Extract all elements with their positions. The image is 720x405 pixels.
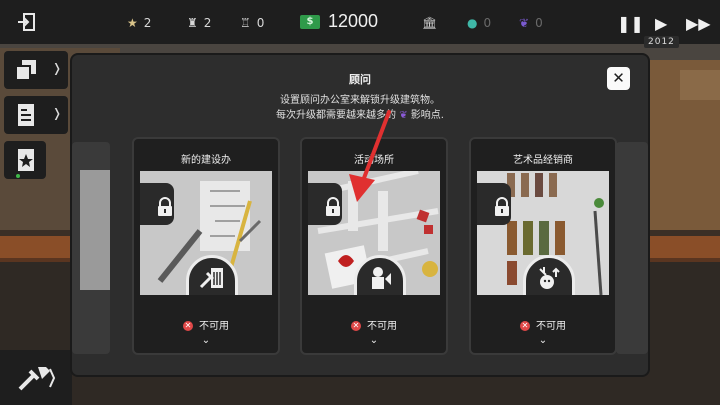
workers-value: 0 [256, 16, 265, 30]
advisors-menu-button[interactable] [4, 141, 46, 179]
close-button[interactable]: ✕ [607, 67, 630, 90]
stars-stat: ★ 2 [127, 14, 151, 32]
influence-stat: ❦ 0 [519, 14, 543, 32]
description-part-b: 影响点. [410, 110, 444, 121]
expand-chevron-icon[interactable]: ⌄ [134, 335, 278, 346]
hammer-wrench-icon [18, 367, 56, 391]
population-value: 2 [203, 16, 212, 30]
globe-icon: ● [467, 16, 478, 30]
card-illustration [477, 171, 609, 295]
unavailable-icon: ✕ [183, 321, 193, 331]
unavailable-icon: ✕ [351, 321, 361, 331]
chevron-right-icon: ❭ [52, 106, 63, 120]
population-stat: ♜ 2 [187, 14, 211, 32]
description-line-1: 设置顾问办公室来解锁升级建筑物。 [280, 95, 440, 106]
card-illustration [140, 171, 272, 295]
worker-icon: ♖ [240, 16, 251, 30]
person-icon: ♜ [187, 16, 198, 30]
exit-icon[interactable] [14, 9, 40, 35]
build-tools-button[interactable] [0, 350, 72, 405]
buildings-menu-button[interactable]: ❭ [4, 51, 68, 89]
influence-heart-icon: ❦ [519, 16, 530, 30]
unavailable-icon: ✕ [520, 321, 530, 331]
dialog-title: 顾问 [349, 73, 371, 86]
pause-icon[interactable]: ❚❚ [617, 14, 644, 33]
annotation-arrow-icon [349, 110, 391, 202]
layers-icon [15, 60, 36, 81]
notification-dot [16, 174, 20, 178]
advisors-dialog: 顾问 设置顾问办公室来解锁升级建筑物。 每次升级都需要越来越多的 ❦ 影响点. … [72, 55, 648, 375]
card-title: 艺术品经销商 [513, 155, 573, 166]
play-icon[interactable]: ▶ [655, 14, 667, 33]
lock-icon [158, 197, 172, 216]
global-stat: ● 0 [467, 14, 491, 32]
star-icon: ★ [127, 16, 138, 30]
global-value: 0 [483, 16, 492, 30]
star-document-icon [18, 149, 34, 171]
workers-stat: ♖ 0 [240, 14, 264, 32]
money-icon: $ [300, 14, 320, 29]
fast-forward-icon[interactable]: ▶▶ [686, 14, 711, 33]
money-stat: $ 12000 [300, 11, 378, 32]
advisor-card-construction[interactable]: 新的建设办 ✕ 不可用 ⌄ [132, 137, 280, 355]
top-bar: ★ 2 ♜ 2 ♖ 0 $ 12000 🏛 ● 0 ❦ 0 ❚❚ ▶ ▶▶ [0, 0, 720, 44]
year-label: 2012 [644, 36, 679, 48]
lock-icon [495, 197, 509, 216]
chevron-right-icon: ❭ [52, 61, 63, 75]
influence-value: 0 [535, 16, 543, 30]
expand-chevron-icon[interactable]: ⌄ [471, 335, 615, 346]
card-title: 新的建设办 [181, 155, 231, 166]
next-card-peek[interactable] [616, 142, 648, 354]
close-icon: ✕ [612, 69, 625, 87]
bank-icon: 🏛 [422, 16, 438, 30]
advisor-card-art-dealer[interactable]: 艺术品经销商 ✕ 不可用 ⌄ [469, 137, 617, 355]
document-money-icon [18, 104, 34, 126]
expand-chevron-icon[interactable]: ⌄ [302, 335, 446, 346]
money-value: 12000 [328, 11, 379, 31]
previous-card-peek[interactable] [72, 142, 110, 354]
influence-heart-icon: ❦ [399, 110, 408, 121]
availability-status: ✕ 不可用 [351, 321, 397, 332]
finance-menu-button[interactable]: ❭ [4, 96, 68, 134]
bank-stat[interactable]: 🏛 [422, 14, 443, 32]
availability-status: ✕ 不可用 [520, 321, 566, 332]
stars-value: 2 [143, 16, 152, 30]
availability-status: ✕ 不可用 [183, 321, 229, 332]
